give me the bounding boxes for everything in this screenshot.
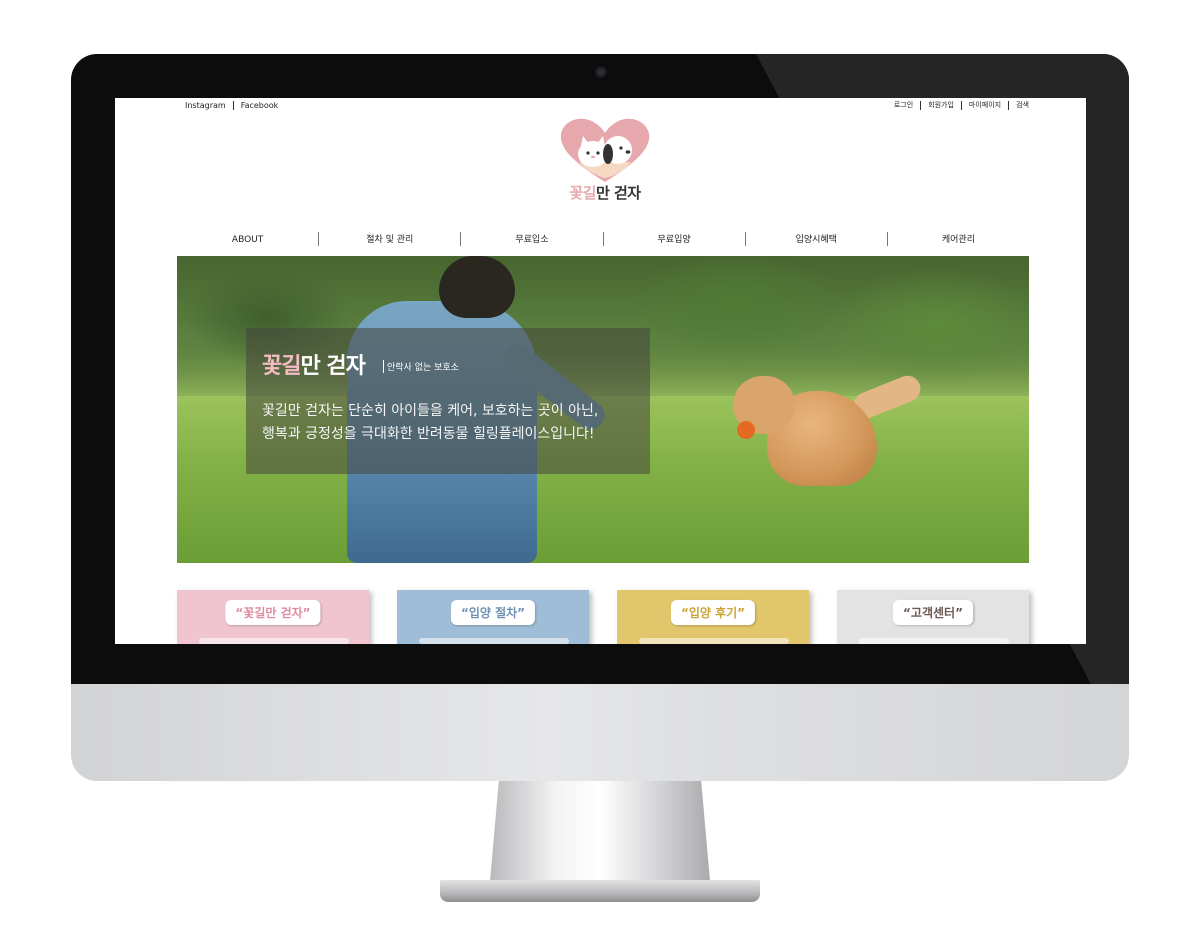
nav-item-free-admission[interactable]: 무료입소 (460, 232, 602, 246)
nav-item-adoption-benefits[interactable]: 입양시혜택 (744, 232, 887, 246)
webcam-icon (597, 68, 605, 76)
card-adoption-reviews-teaser (639, 638, 789, 644)
hero-person-head (439, 256, 515, 318)
hero-description: 꽃길만 걷자는 단순히 아이들을 케어, 보호하는 곳이 아닌, 행복과 긍정성… (262, 400, 642, 446)
facebook-link[interactable]: Facebook (232, 101, 286, 110)
hero-title-white: 만 걷자 (300, 354, 365, 379)
signup-link[interactable]: 회원가입 (920, 101, 961, 110)
monitor-chin (71, 684, 1129, 781)
site-logo[interactable]: 꽃길만 걷자 (555, 116, 655, 206)
logo-wordmark: 꽃길만 걷자 (555, 182, 655, 203)
card-customer-center[interactable]: “고객센터” (837, 590, 1029, 644)
hero-description-line-2: 행복과 긍정성을 극대화한 반려동물 힐링플레이스입니다! (262, 426, 595, 442)
nav-item-about[interactable]: ABOUT (177, 232, 318, 246)
hero-caption-box: 꽃길만 걷자 안락사 없는 보호소 꽃길만 걷자는 단순히 아이들을 케어, 보… (246, 328, 650, 474)
card-about-label: “꽃길만 걷자” (225, 600, 321, 625)
hero-banner: 꽃길만 걷자 안락사 없는 보호소 꽃길만 걷자는 단순히 아이들을 케어, 보… (177, 256, 1029, 563)
website-screen: Instagram Facebook 로그인 회원가입 마이페이지 검색 꽃길만… (115, 98, 1086, 644)
nav-item-care[interactable]: 케어관리 (886, 232, 1029, 246)
monitor-stand-neck (490, 781, 710, 881)
logo-text-pink: 꽃길 (569, 184, 596, 202)
main-nav: ABOUT 절차 및 관리 무료입소 무료입양 입양시혜택 케어관리 (177, 231, 1029, 247)
social-links: Instagram Facebook (185, 101, 285, 110)
card-adoption-procedure-label: “입양 절차” (450, 600, 536, 625)
card-adoption-procedure-teaser (419, 638, 569, 644)
hero-subtitle: 안락사 없는 보호소 (383, 360, 459, 373)
utility-menu: 로그인 회원가입 마이페이지 검색 (887, 101, 1029, 110)
hero-title-pink: 꽃길 (262, 354, 301, 379)
card-about-teaser (199, 638, 349, 644)
card-customer-center-teaser (859, 638, 1009, 644)
login-link[interactable]: 로그인 (887, 101, 920, 110)
instagram-link[interactable]: Instagram (185, 101, 233, 110)
hero-title: 꽃길만 걷자 (262, 348, 366, 380)
hero-description-line-1: 꽃길만 걷자는 단순히 아이들을 케어, 보호하는 곳이 아닌, (262, 403, 599, 419)
card-adoption-procedure[interactable]: “입양 절차” (397, 590, 589, 644)
card-adoption-reviews-label: “입양 후기” (670, 600, 756, 625)
card-about[interactable]: “꽃길만 걷자” (177, 590, 369, 644)
nav-item-free-adoption[interactable]: 무료입양 (602, 232, 745, 246)
search-link[interactable]: 검색 (1008, 101, 1029, 110)
card-adoption-reviews[interactable]: “입양 후기” (617, 590, 809, 644)
logo-text-dark: 만 걷자 (595, 184, 641, 202)
card-customer-center-label: “고객센터” (893, 600, 973, 625)
hero-ball (737, 421, 755, 439)
nav-item-procedure[interactable]: 절차 및 관리 (318, 232, 460, 246)
heart-pets-icon (560, 118, 650, 182)
monitor-stand-foot (440, 880, 760, 902)
feature-cards: “꽃길만 걷자” “입양 절차” “입양 후기” “고객센터” (177, 590, 1029, 644)
mypage-link[interactable]: 마이페이지 (960, 101, 1008, 110)
